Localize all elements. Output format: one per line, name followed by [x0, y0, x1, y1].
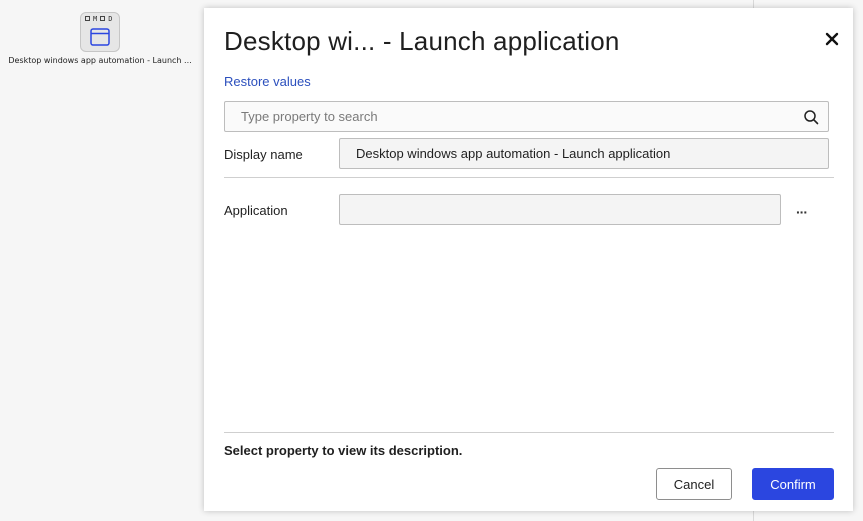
confirm-button[interactable]: Confirm	[752, 468, 834, 500]
window-app-icon	[90, 28, 110, 46]
node-badges: M D	[85, 15, 112, 23]
close-icon[interactable]	[823, 30, 841, 48]
property-search-input[interactable]	[225, 102, 795, 131]
cancel-button[interactable]: Cancel	[656, 468, 732, 500]
workflow-node[interactable]: M D Desktop windows app automation - Lau…	[0, 12, 200, 65]
property-description: Select property to view its description.	[224, 443, 463, 458]
display-name-label: Display name	[224, 147, 303, 162]
node-badge-d: D	[108, 15, 113, 23]
application-label: Application	[224, 203, 288, 218]
display-name-field[interactable]: Desktop windows app automation - Launch …	[339, 138, 829, 169]
node-checkbox-icon	[100, 16, 106, 21]
node-label: Desktop windows app automation - Launch …	[8, 56, 192, 65]
more-options-button[interactable]: ···	[796, 204, 808, 220]
section-divider	[224, 177, 834, 178]
node-badge-m: M	[93, 15, 98, 23]
node-checkbox-icon	[85, 16, 90, 21]
application-field[interactable]	[339, 194, 781, 225]
property-search	[224, 101, 829, 132]
dialog-title: Desktop wi... - Launch application	[224, 26, 620, 56]
description-divider	[224, 432, 834, 433]
node-icon-box[interactable]: M D	[80, 12, 120, 52]
search-icon[interactable]	[803, 109, 819, 125]
restore-values-link[interactable]: Restore values	[224, 74, 311, 89]
properties-dialog: Desktop wi... - Launch application Resto…	[204, 8, 853, 511]
